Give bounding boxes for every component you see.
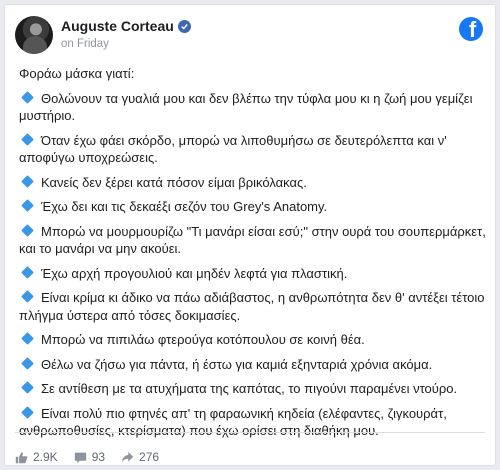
footer-divider: [15, 432, 485, 433]
list-item-text: Όταν έχω φάει σκόρδο, μπορώ να λιποθυμήσ…: [19, 132, 447, 166]
small-blue-diamond-icon: [21, 132, 34, 146]
list-item: Έχω αρχή προγουλιού και μηδέν λεφτά για …: [19, 265, 489, 283]
thumbs-up-icon: [15, 451, 28, 463]
post-stats-bar: 2.9K 93 276: [15, 448, 485, 466]
list-item: Σε αντίθεση με τα ατυχήματα της καπότας,…: [19, 380, 489, 398]
post-intro: Φοράω μάσκα γιατί:: [19, 66, 135, 81]
shares-count: 276: [139, 450, 160, 464]
comments-stat[interactable]: 93: [74, 450, 105, 464]
shares-stat[interactable]: 276: [121, 450, 159, 464]
list-item: Μπορώ να μουρμουρίζω "Τι μανάρι είσαι εσ…: [19, 223, 489, 258]
list-item: Κανείς δεν ξέρει κατά πόσον είμαι βρικόλ…: [19, 174, 489, 192]
author-name[interactable]: Auguste Corteau: [61, 18, 174, 34]
small-blue-diamond-icon: [21, 265, 34, 279]
post-card: Auguste Corteau on Friday f Φοράω μάσκα …: [4, 4, 496, 466]
small-blue-diamond-icon: [21, 223, 34, 237]
list-item: Θολώνουν τα γυαλιά μου και δεν βλέπω την…: [19, 90, 489, 125]
list-item: Όταν έχω φάει σκόρδο, μπορώ να λιποθυμήσ…: [19, 132, 489, 167]
verified-badge-icon: [177, 19, 191, 33]
small-blue-diamond-icon: [21, 290, 34, 303]
post-timestamp[interactable]: on Friday: [61, 38, 109, 50]
small-blue-diamond-icon: [21, 199, 34, 212]
comment-icon: [74, 452, 86, 463]
list-item-text: Έχω αρχή προγουλιού και μηδέν λεφτά για …: [41, 265, 348, 281]
author-row: Auguste Corteau: [61, 18, 191, 34]
list-item-text: Θέλω να ζήσω για πάντα, ή έστω για καμιά…: [41, 356, 433, 372]
likes-count: 2.9K: [33, 450, 58, 464]
list-item-text: Είναι κρίμα κι άδικο να πάω αδιάβαστος, …: [19, 290, 485, 323]
small-blue-diamond-icon: [21, 332, 34, 345]
comments-count: 93: [91, 450, 106, 464]
small-blue-diamond-icon: [21, 356, 34, 370]
author-avatar[interactable]: [15, 16, 53, 54]
list-item-text: Θολώνουν τα γυαλιά μου και δεν βλέπω την…: [19, 90, 473, 124]
list-item-text: Κανείς δεν ξέρει κατά πόσον είμαι βρικόλ…: [41, 174, 307, 190]
list-item: Θέλω να ζήσω για πάντα, ή έστω για καμιά…: [19, 356, 489, 374]
list-item: Είναι πολύ πιο φτηνές απ' τη φαραωνική κ…: [19, 405, 489, 440]
post-header: Auguste Corteau on Friday f: [15, 16, 485, 56]
small-blue-diamond-icon: [21, 174, 34, 188]
list-item-text: Μπορώ να μουρμουρίζω "Τι μανάρι είσαι εσ…: [19, 223, 486, 257]
post-body: Φοράω μάσκα γιατί: Θολώνουν τα γυαλιά μο…: [19, 65, 489, 447]
share-icon: [121, 451, 134, 462]
list-item-text: Σε αντίθεση με τα ατυχήματα της καπότας,…: [41, 381, 458, 396]
small-blue-diamond-icon: [21, 381, 34, 394]
facebook-logo-icon[interactable]: f: [459, 17, 483, 41]
list-item: Έχω δει και τις δεκαέξι σεζόν του Grey's…: [19, 198, 489, 216]
small-blue-diamond-icon: [21, 405, 34, 419]
list-item-text: Είναι πολύ πιο φτηνές απ' τη φαραωνική κ…: [19, 405, 447, 439]
small-blue-diamond-icon: [21, 90, 34, 104]
likes-stat[interactable]: 2.9K: [15, 450, 58, 464]
list-item-text: Έχω δει και τις δεκαέξι σεζόν του Grey's…: [41, 199, 328, 214]
list-item-text: Μπορώ να πιπιλάω φτερούγα κοτόπουλου σε …: [41, 332, 365, 347]
list-item: Είναι κρίμα κι άδικο να πάω αδιάβαστος, …: [19, 289, 489, 324]
list-item: Μπορώ να πιπιλάω φτερούγα κοτόπουλου σε …: [19, 331, 489, 349]
